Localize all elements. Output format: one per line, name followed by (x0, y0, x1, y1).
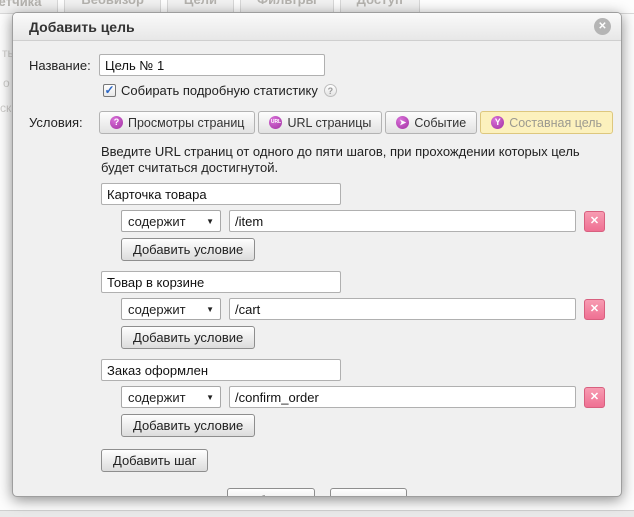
add-condition-button[interactable]: Добавить условие (121, 238, 255, 261)
match-type-value: содержит (128, 302, 186, 317)
add-goal-dialog: Добавить цель ✕ Название: ✓ Собирать под… (12, 12, 622, 497)
background-bottom-strip (0, 510, 634, 517)
goal-name-input[interactable] (99, 54, 325, 76)
match-type-select[interactable]: содержит ▼ (121, 386, 221, 408)
delete-condition-button[interactable]: ✕ (584, 211, 605, 232)
step-name-input[interactable] (101, 183, 341, 205)
background-text-fragment: ск (0, 101, 11, 115)
cancel-button[interactable]: Отмена (330, 488, 407, 497)
instruction-text: Введите URL страниц от одного до пяти ша… (101, 144, 613, 176)
chevron-down-icon: ▼ (206, 217, 214, 226)
event-cursor-icon: ➤ (396, 116, 409, 129)
condition-url-input[interactable] (229, 298, 576, 320)
background-text-fragment: о (3, 76, 10, 90)
match-type-value: содержит (128, 390, 186, 405)
add-condition-button[interactable]: Добавить условие (121, 414, 255, 437)
step-name-input[interactable] (101, 359, 341, 381)
pageviews-icon: ? (110, 116, 123, 129)
delete-condition-button[interactable]: ✕ (584, 387, 605, 408)
url-icon: URL (269, 116, 282, 129)
condition-row: содержит ▼ ✕ (121, 386, 605, 408)
conditions-label: Условия: (29, 111, 99, 130)
match-type-select[interactable]: содержит ▼ (121, 210, 221, 232)
match-type-value: содержит (128, 214, 186, 229)
collect-stats-checkbox[interactable]: ✓ (103, 84, 116, 97)
dialog-footer: Добавить Отмена (29, 488, 605, 497)
chevron-down-icon: ▼ (206, 393, 214, 402)
tab-composite-goal[interactable]: Y Составная цель (480, 111, 613, 134)
condition-row: содержит ▼ ✕ (121, 298, 605, 320)
add-condition-button[interactable]: Добавить условие (121, 326, 255, 349)
tab-label: Просмотры страниц (128, 116, 244, 130)
submit-button[interactable]: Добавить (227, 488, 314, 497)
chevron-down-icon: ▼ (206, 305, 214, 314)
collect-stats-row: ✓ Собирать подробную статистику ? (103, 83, 605, 98)
help-icon[interactable]: ? (324, 84, 337, 97)
condition-row: содержит ▼ ✕ (121, 210, 605, 232)
step-name-input[interactable] (101, 271, 341, 293)
tab-pageviews[interactable]: ? Просмотры страниц (99, 111, 255, 134)
tab-label: Составная цель (509, 116, 602, 130)
tab-label: URL страницы (287, 116, 371, 130)
condition-url-input[interactable] (229, 386, 576, 408)
conditions-row: Условия: ? Просмотры страниц URL URL стр… (29, 111, 605, 134)
goal-step-2: содержит ▼ ✕ Добавить условие (101, 271, 605, 349)
goal-name-row: Название: (29, 54, 605, 76)
goal-step-3: содержит ▼ ✕ Добавить условие (101, 359, 605, 437)
steps-list: содержит ▼ ✕ Добавить условие содержит ▼ (101, 183, 605, 437)
dialog-titlebar: Добавить цель ✕ (13, 13, 621, 41)
tab-page-url[interactable]: URL URL страницы (258, 111, 382, 134)
name-label: Название: (29, 58, 99, 73)
condition-type-tabs: ? Просмотры страниц URL URL страницы ➤ С… (99, 111, 613, 134)
dialog-title: Добавить цель (29, 19, 594, 35)
collect-stats-label: Собирать подробную статистику (121, 83, 318, 98)
close-icon[interactable]: ✕ (594, 18, 611, 35)
match-type-select[interactable]: содержит ▼ (121, 298, 221, 320)
tab-event[interactable]: ➤ Событие (385, 111, 477, 134)
composite-goal-icon: Y (491, 116, 504, 129)
tab-label: Событие (414, 116, 466, 130)
delete-condition-button[interactable]: ✕ (584, 299, 605, 320)
add-step-button[interactable]: Добавить шаг (101, 449, 208, 472)
condition-url-input[interactable] (229, 210, 576, 232)
goal-step-1: содержит ▼ ✕ Добавить условие (101, 183, 605, 261)
